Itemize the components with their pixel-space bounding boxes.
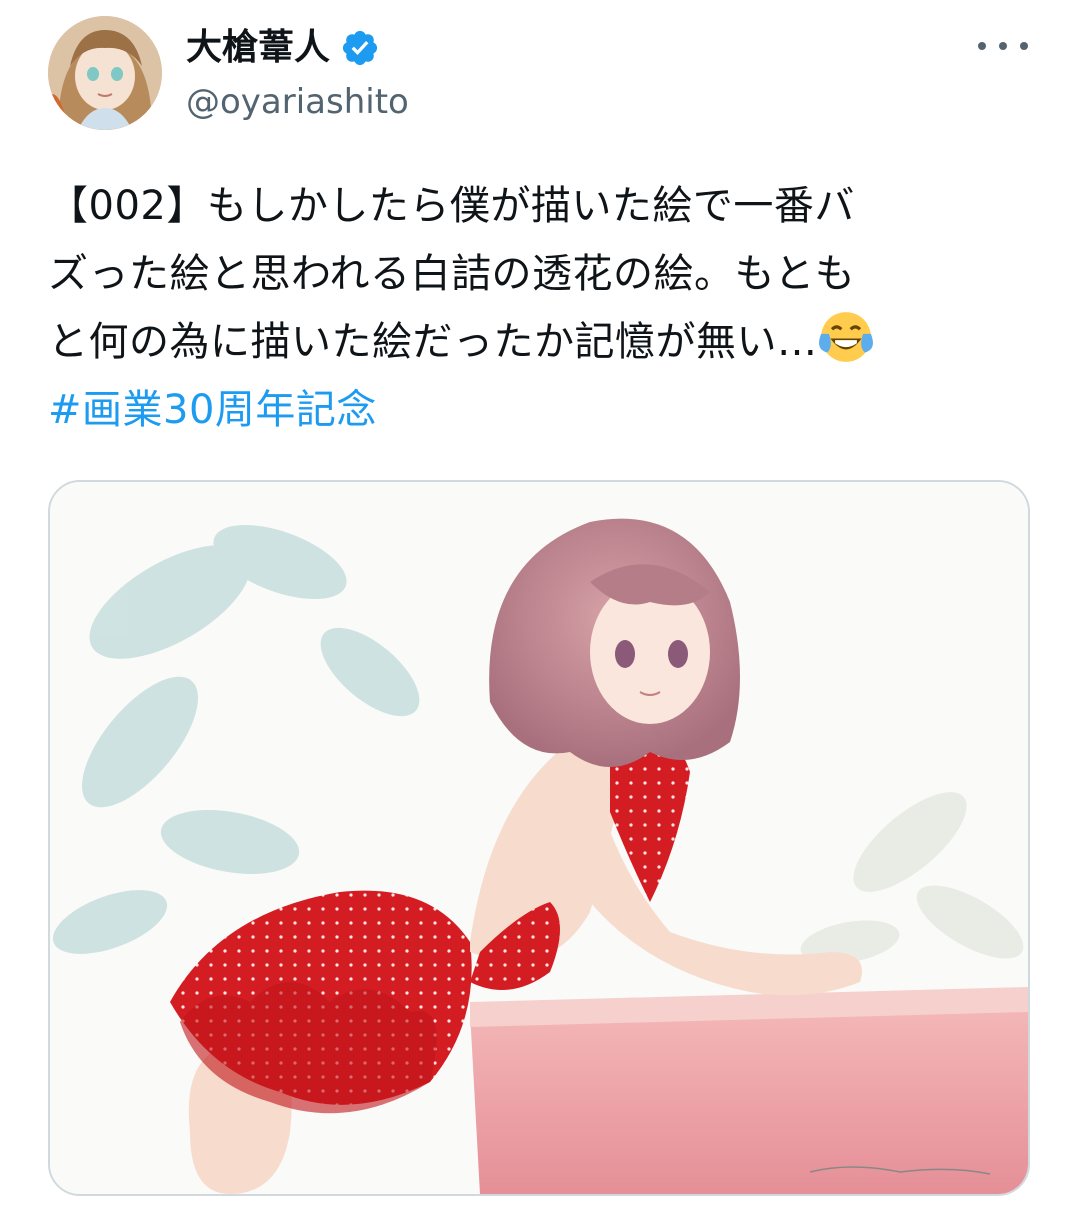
display-name[interactable]: 大槍葦人 [186,24,330,72]
tweet-media[interactable] [48,480,1030,1196]
more-dot [999,42,1007,50]
tweet-line: と何の為に描いた絵だったか記憶が無い… [48,319,818,365]
name-row: 大槍葦人 [186,24,380,72]
verified-badge-icon [342,30,378,66]
avatar[interactable] [48,16,162,130]
face-with-tears-of-joy-icon [818,312,873,362]
tweet-header: 大槍葦人 @oyariashito [48,16,1038,136]
user-handle[interactable]: @oyariashito [186,80,409,124]
avatar-image [48,16,162,130]
tweet-line: ズった絵と思われる白詰の透花の絵。もとも [48,251,856,297]
tweet-line-with-emoji: と何の為に描いた絵だったか記憶が無い… [48,308,1033,376]
more-horizontal-icon [978,42,986,50]
tweet-line: 【002】もしかしたら僕が描いた絵で一番バ [48,183,855,229]
hashtag-link[interactable]: #画業30周年記念 [48,376,1033,444]
girl-red-polka-dot-dress-illustration [50,482,1028,1194]
more-dot [1020,42,1028,50]
tweet-text: 【002】もしかしたら僕が描いた絵で一番バ ズった絵と思われる白詰の透花の絵。も… [48,172,1033,444]
more-options-button[interactable] [978,36,1028,56]
